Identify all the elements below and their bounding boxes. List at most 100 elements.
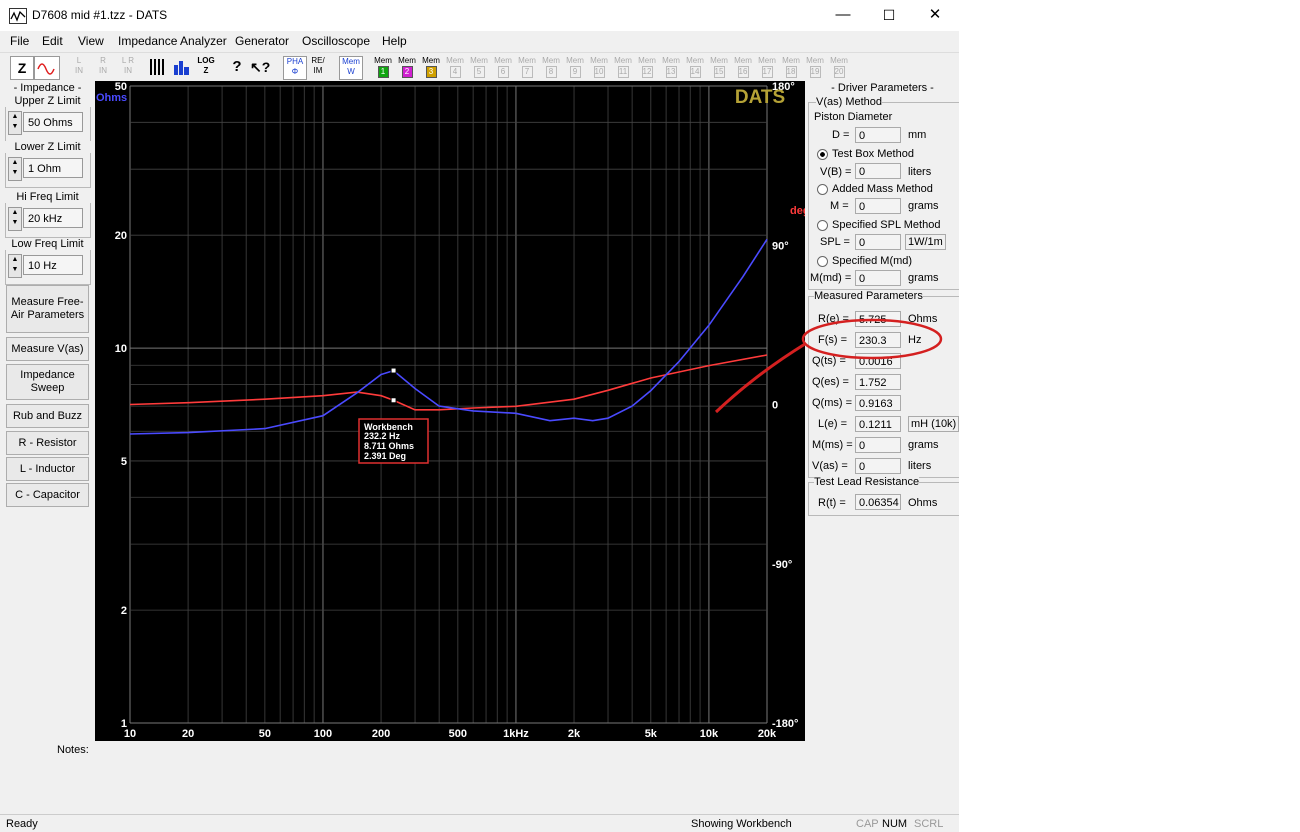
param-label: R(e) = bbox=[818, 313, 849, 325]
upper-z-spinner[interactable]: ▲ ▼ bbox=[8, 111, 22, 135]
menu-generator[interactable]: Generator bbox=[235, 34, 289, 48]
mem-w-button[interactable]: Mem W bbox=[339, 56, 363, 80]
left-right-in-button[interactable]: L R IN bbox=[118, 56, 138, 78]
phase-button[interactable]: PHA Φ bbox=[283, 56, 307, 80]
maximize-button[interactable]: ☐ bbox=[866, 0, 912, 31]
y-tick-label: 10 bbox=[115, 343, 127, 355]
lower-z-spinner[interactable]: ▲ ▼ bbox=[8, 157, 22, 181]
memory-button-14[interactable]: Mem 14 bbox=[685, 56, 705, 78]
x-tick-label: 100 bbox=[314, 728, 332, 740]
vb-input[interactable]: 0 bbox=[855, 163, 901, 179]
impedance-marker[interactable] bbox=[390, 367, 397, 374]
specified-mmd-radio[interactable] bbox=[817, 256, 828, 267]
menu-file[interactable]: File bbox=[10, 34, 29, 48]
memory-button-2[interactable]: Mem 2 bbox=[397, 56, 417, 78]
sine-wave-icon[interactable] bbox=[34, 56, 60, 80]
context-help-icon[interactable]: ↖? bbox=[250, 56, 270, 78]
status-ready: Ready bbox=[6, 818, 38, 830]
phase-tick-label: -90° bbox=[772, 559, 792, 571]
memory-button-1[interactable]: Mem 1 bbox=[373, 56, 393, 78]
phase-tick-label: 0 bbox=[772, 400, 778, 412]
re-im-button[interactable]: RE/ IM bbox=[307, 56, 329, 78]
memory-button-6[interactable]: Mem 6 bbox=[493, 56, 513, 78]
left-in-button[interactable]: L IN bbox=[70, 56, 88, 78]
phase-marker[interactable] bbox=[390, 397, 397, 404]
measure-free-air-button[interactable]: Measure Free-Air Parameters bbox=[6, 285, 89, 333]
memory-button-4[interactable]: Mem 4 bbox=[445, 56, 465, 78]
menu-edit[interactable]: Edit bbox=[42, 34, 63, 48]
memory-button-13[interactable]: Mem 13 bbox=[661, 56, 681, 78]
param-unit: Ohms bbox=[908, 313, 938, 325]
memory-button-8[interactable]: Mem 8 bbox=[541, 56, 561, 78]
memory-button-10[interactable]: Mem 10 bbox=[589, 56, 609, 78]
inductor-button[interactable]: L - Inductor bbox=[6, 457, 89, 481]
piston-diameter-label: Piston Diameter bbox=[814, 111, 893, 123]
hi-freq-value[interactable]: 20 kHz bbox=[23, 208, 83, 228]
param-label: V(as) = bbox=[812, 460, 848, 472]
workbench-impedance: 8.711 Ohms bbox=[364, 441, 414, 451]
histogram-icon[interactable] bbox=[172, 56, 192, 78]
capacitor-button[interactable]: C - Capacitor bbox=[6, 483, 89, 507]
memory-button-20[interactable]: Mem 20 bbox=[829, 56, 849, 78]
menu-view[interactable]: View bbox=[78, 34, 104, 48]
impedance-mode-button[interactable]: Z bbox=[10, 56, 34, 80]
log-z-icon[interactable]: LOG Z bbox=[196, 56, 216, 78]
spl-input[interactable]: 0 bbox=[855, 234, 901, 250]
memory-button-5[interactable]: Mem 5 bbox=[469, 56, 489, 78]
mmd-input[interactable]: 0 bbox=[855, 270, 901, 286]
menu-help[interactable]: Help bbox=[382, 34, 407, 48]
menu-impedance-analyzer[interactable]: Impedance Analyzer bbox=[118, 34, 227, 48]
measure-vas-button[interactable]: Measure V(as) bbox=[6, 337, 89, 361]
memory-button-18[interactable]: Mem 18 bbox=[781, 56, 801, 78]
hi-freq-spinner[interactable]: ▲ ▼ bbox=[8, 207, 22, 231]
impedance-sweep-button[interactable]: Impedance Sweep bbox=[6, 364, 89, 400]
vb-label: V(B) = bbox=[820, 166, 852, 178]
impedance-graph[interactable]: 10 20 50 100 200 500 1kHz 2k 5k 10k 20k 50 20 10 5 2 1 18… bbox=[95, 81, 810, 741]
test-box-radio[interactable] bbox=[817, 149, 828, 160]
memory-button-17[interactable]: Mem 17 bbox=[757, 56, 777, 78]
d-label: D = bbox=[832, 129, 850, 141]
upper-z-label: Upper Z Limit bbox=[0, 95, 95, 107]
memory-button-19[interactable]: Mem 19 bbox=[805, 56, 825, 78]
mmd-unit: grams bbox=[908, 272, 939, 284]
rub-and-buzz-button[interactable]: Rub and Buzz bbox=[6, 404, 89, 428]
close-button[interactable]: ✕ bbox=[912, 0, 958, 31]
spl-label: SPL = bbox=[820, 236, 850, 248]
added-mass-radio[interactable] bbox=[817, 184, 828, 195]
rt-label: R(t) = bbox=[818, 497, 846, 509]
deg-axis-unit: deg bbox=[790, 205, 805, 217]
memory-button-11[interactable]: Mem 11 bbox=[613, 56, 633, 78]
menu-bar: File Edit View Impedance Analyzer Genera… bbox=[0, 31, 959, 52]
resistor-button[interactable]: R - Resistor bbox=[6, 431, 89, 455]
param-label: M(ms) = bbox=[812, 439, 853, 451]
phase-tick-label: -180° bbox=[772, 718, 798, 730]
toolbar: Z L IN R IN L R IN LOG Z ? ↖? PHA Φ RE/ I… bbox=[0, 52, 959, 81]
hi-freq-label: Hi Freq Limit bbox=[0, 191, 95, 203]
bars-icon[interactable] bbox=[148, 56, 168, 78]
d-input[interactable]: 0 bbox=[855, 127, 901, 143]
m-input[interactable]: 0 bbox=[855, 198, 901, 214]
menu-oscilloscope[interactable]: Oscilloscope bbox=[302, 34, 370, 48]
memory-button-15[interactable]: Mem 15 bbox=[709, 56, 729, 78]
low-freq-spinner[interactable]: ▲ ▼ bbox=[8, 254, 22, 278]
x-tick-label: 500 bbox=[449, 728, 467, 740]
memory-button-12[interactable]: Mem 12 bbox=[637, 56, 657, 78]
specified-spl-radio[interactable] bbox=[817, 220, 828, 231]
x-tick-label: 1kHz bbox=[503, 728, 529, 740]
param-label: Q(ts) = bbox=[812, 355, 846, 367]
upper-z-value[interactable]: 50 Ohms bbox=[23, 112, 83, 132]
help-icon[interactable]: ? bbox=[228, 56, 246, 78]
right-in-button[interactable]: R IN bbox=[94, 56, 112, 78]
workbench-freq: 232.2 Hz bbox=[364, 431, 401, 441]
memory-button-16[interactable]: Mem 16 bbox=[733, 56, 753, 78]
memory-button-3[interactable]: Mem 3 bbox=[421, 56, 441, 78]
low-freq-value[interactable]: 10 Hz bbox=[23, 255, 83, 275]
lower-z-value[interactable]: 1 Ohm bbox=[23, 158, 83, 178]
rt-value: 0.06354 bbox=[855, 494, 901, 510]
memory-button-9[interactable]: Mem 9 bbox=[565, 56, 585, 78]
minimize-button[interactable]: — bbox=[820, 0, 866, 31]
test-box-label: Test Box Method bbox=[832, 148, 914, 160]
memory-button-7[interactable]: Mem 7 bbox=[517, 56, 537, 78]
param-unit: Hz bbox=[908, 334, 922, 346]
param-value: 1.752 bbox=[855, 374, 901, 390]
